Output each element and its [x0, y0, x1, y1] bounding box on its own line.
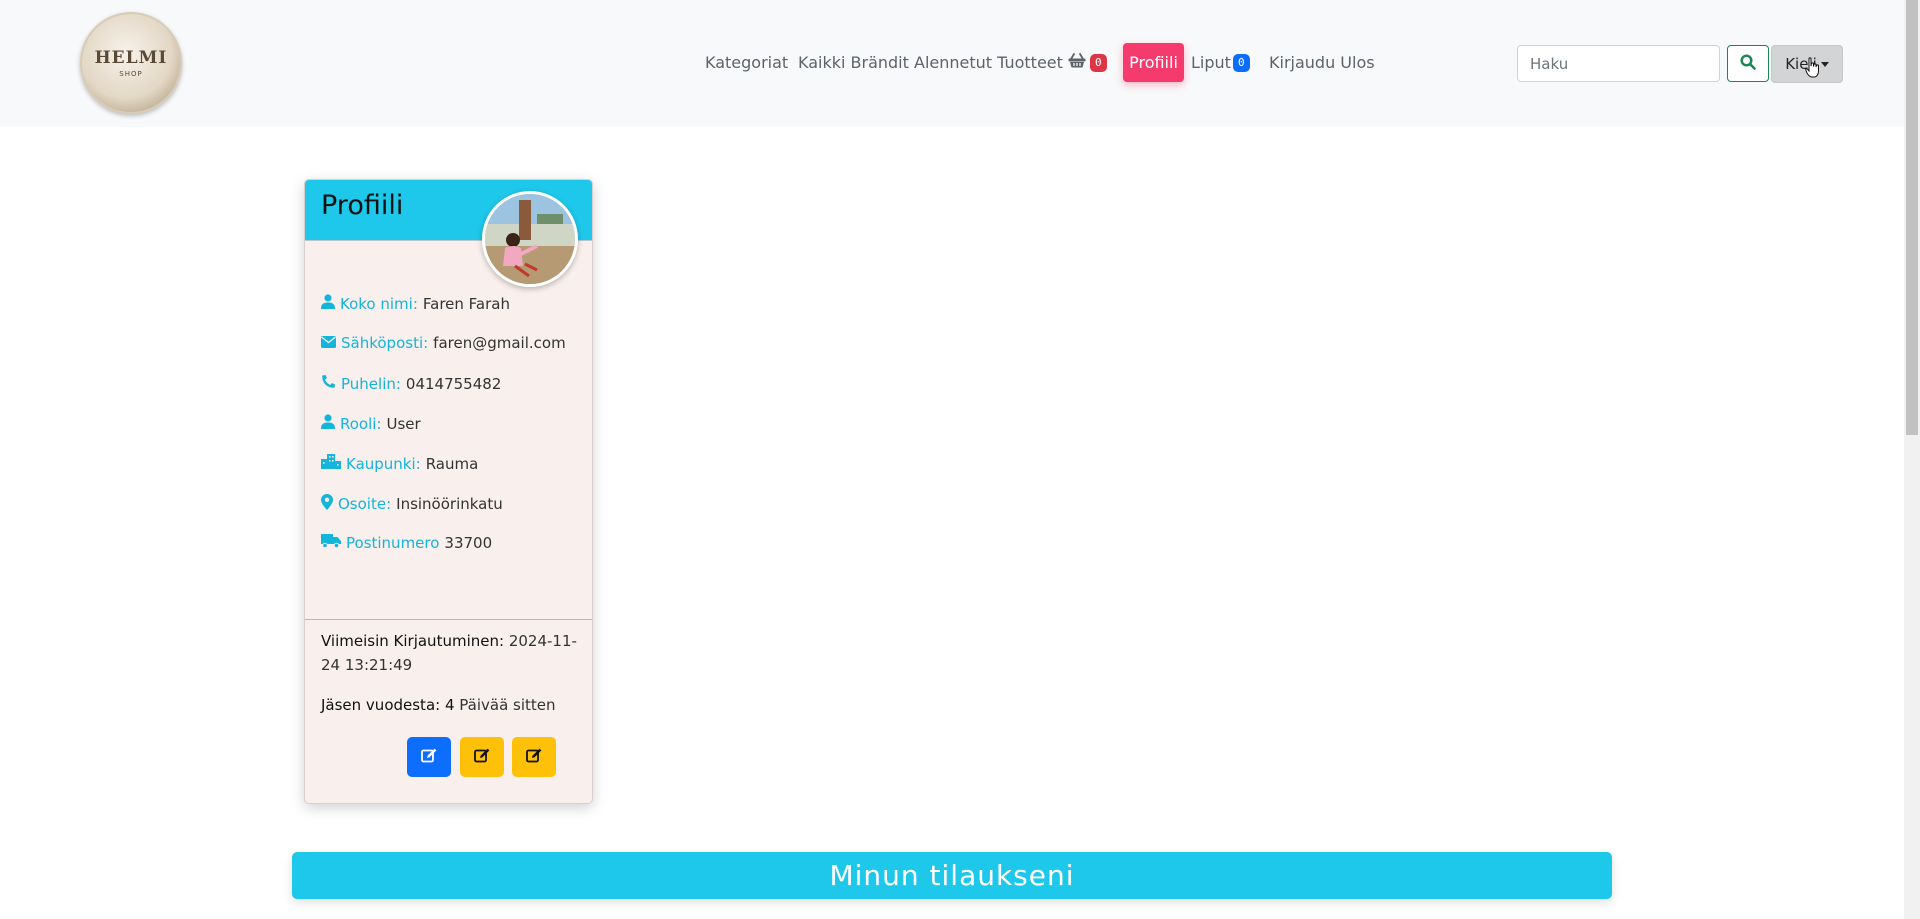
profile-field-name: Koko nimi: Faren Farah	[321, 294, 510, 313]
nav-link-tickets[interactable]: Liput 0	[1191, 53, 1250, 72]
field-value: 33700	[444, 534, 493, 552]
avatar	[482, 191, 578, 287]
member-since-label: Jäsen vuodesta:	[321, 696, 441, 714]
field-label: Osoite:	[338, 495, 392, 513]
navbar: HELMI SHOP Kategoriat Kaikki Brändit Ale…	[0, 0, 1904, 127]
field-value: 0414755482	[405, 374, 502, 393]
profile-field-email: Sähköposti: faren@gmail.com	[321, 334, 566, 352]
search-button[interactable]	[1727, 45, 1769, 82]
logo[interactable]: HELMI SHOP	[80, 12, 182, 114]
profile-card-title: Profiili	[321, 190, 404, 221]
edit-icon	[420, 748, 438, 767]
profile-field-postal: Postinumero 33700	[321, 534, 492, 552]
user-icon	[321, 414, 335, 433]
nav-link-categories[interactable]: Kategoriat	[705, 53, 788, 72]
nav-link-brands[interactable]: Kaikki Brändit	[798, 53, 909, 72]
nav-link-logout[interactable]: Kirjaudu Ulos	[1269, 53, 1375, 72]
edit-profile-button[interactable]	[407, 737, 451, 777]
tickets-label: Liput	[1191, 53, 1231, 72]
last-login: Viimeisin Kirjautuminen: 2024-11-24 13:2…	[321, 629, 581, 677]
profile-field-role: Rooli: User	[321, 414, 421, 433]
search-input[interactable]	[1517, 45, 1720, 82]
field-value: faren@gmail.com	[433, 334, 566, 352]
profile-field-address: Osoite: Insinöörinkatu	[321, 494, 503, 514]
tickets-count-badge: 0	[1232, 53, 1250, 72]
edit-address-button[interactable]	[460, 737, 504, 777]
map-marker-icon	[321, 494, 333, 514]
nav-link-discounted[interactable]: Alennetut Tuotteet	[914, 53, 1063, 72]
field-value: Rauma	[425, 454, 479, 473]
member-since: Jäsen vuodesta: 4 Päivää sitten	[321, 693, 556, 717]
field-label: Postinumero	[346, 534, 440, 552]
field-value: User	[386, 414, 421, 433]
field-label: Rooli:	[340, 414, 382, 433]
card-divider	[305, 619, 592, 620]
nav-link-profile[interactable]: Profiili	[1123, 43, 1184, 82]
field-label: Kaupunki:	[346, 454, 421, 473]
logo-title: HELMI	[94, 48, 168, 68]
cart-link[interactable]: 0	[1068, 53, 1107, 72]
user-icon	[321, 294, 335, 313]
logo-subtitle: SHOP	[119, 70, 143, 78]
profile-card: Profiili Koko nimi: Faren Farah Sähköpos…	[304, 179, 593, 804]
profile-field-phone: Puhelin: 0414755482	[321, 374, 501, 393]
chevron-down-icon	[1820, 61, 1829, 67]
field-value: Insinöörinkatu	[396, 495, 503, 513]
edit-icon	[473, 748, 491, 767]
field-label: Sähköposti:	[341, 334, 429, 352]
edit-icon	[525, 748, 543, 767]
truck-icon	[321, 534, 341, 552]
edit-password-button[interactable]	[512, 737, 556, 777]
cart-count-badge: 0	[1090, 53, 1107, 72]
search-icon	[1740, 53, 1756, 74]
basket-icon	[1068, 53, 1086, 72]
phone-icon	[321, 374, 336, 393]
member-since-suffix: Päivää sitten	[459, 696, 556, 714]
orders-section-title: Minun tilaukseni	[292, 852, 1612, 899]
last-login-label: Viimeisin Kirjautuminen:	[321, 632, 505, 650]
field-label: Koko nimi:	[340, 294, 418, 313]
field-value: Faren Farah	[422, 294, 510, 313]
profile-field-city: Kaupunki: Rauma	[321, 454, 478, 473]
city-icon	[321, 454, 341, 473]
envelope-icon	[321, 334, 336, 352]
mouse-cursor-icon	[1805, 57, 1821, 83]
field-label: Puhelin:	[341, 374, 401, 393]
scrollbar-thumb[interactable]	[1906, 0, 1918, 435]
member-since-days: 4	[444, 696, 455, 714]
